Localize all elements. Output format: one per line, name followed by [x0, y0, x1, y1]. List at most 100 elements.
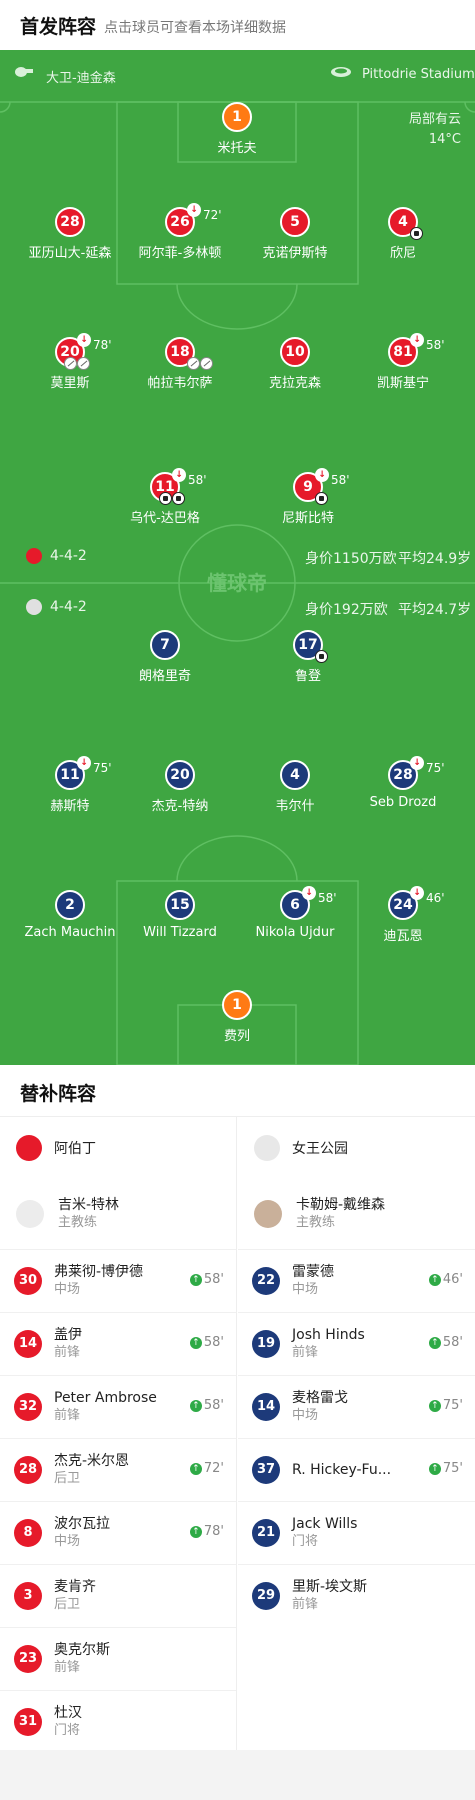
assist-icon [187, 357, 200, 370]
player-away-4[interactable]: 4 韦尔什 [235, 760, 355, 814]
sub-row[interactable]: 14 麦格雷戈 中场 ↑ 75' [238, 1375, 475, 1438]
player-away-17[interactable]: 17 鲁登 [248, 630, 368, 684]
player-number: 17 [298, 637, 318, 653]
player-home-20[interactable]: 20 ↓ 78' 莫里斯 [10, 333, 130, 391]
player-away-2[interactable]: 2 Zach Mauchin [10, 890, 130, 940]
sub-number: 19 [252, 1330, 280, 1358]
player-away-24[interactable]: 24 ↓ 46' 迪瓦恩 [343, 886, 463, 944]
player-away-20[interactable]: 20 杰克-特纳 [120, 760, 240, 814]
home-team-row[interactable]: 阿伯丁 [0, 1117, 236, 1179]
away-team-row[interactable]: 女王公园 [238, 1117, 475, 1179]
home-avg-age: 平均24.9岁 [398, 551, 472, 567]
sub-position: 中场 [292, 1408, 319, 1423]
header: 首发阵容 点击球员可查看本场详细数据 [0, 0, 475, 50]
sub-number: 8 [14, 1519, 42, 1547]
sub-out-icon: ↓ [410, 886, 424, 900]
queens-park-logo-icon [26, 599, 42, 615]
sub-row[interactable]: 19 Josh Hinds 前锋 ↑ 58' [238, 1312, 475, 1375]
player-name: 韦尔什 [275, 799, 315, 814]
sub-row[interactable]: 31 杜汉 门将 [0, 1690, 236, 1753]
sub-position: 前锋 [54, 1408, 81, 1423]
sub-in-time: 75' [442, 1398, 463, 1413]
away-summary: 4-4-2 身价192万欧 平均24.7岁 [0, 595, 475, 621]
sub-name: 弗莱彻-博伊德 [54, 1264, 144, 1280]
away-coach-row[interactable]: 卡勒姆-戴维森 主教练 [238, 1179, 475, 1249]
sub-in-time: 58' [203, 1335, 224, 1350]
sub-in-icon: ↑ [189, 1273, 202, 1286]
sub-number: 31 [14, 1708, 42, 1736]
sub-row[interactable]: 22 雷蒙德 中场 ↑ 46' [238, 1249, 475, 1312]
player-name: 莫里斯 [50, 376, 90, 391]
sub-row[interactable]: 37 R. Hickey-Fu... ↑ 75' [238, 1438, 475, 1501]
sub-row[interactable]: 30 弗莱彻-博伊德 中场 ↑ 58' [0, 1249, 236, 1312]
sub-time: 78' [93, 338, 112, 352]
sub-out-icon: ↓ [77, 333, 91, 347]
sub-row[interactable]: 21 Jack Wills 门将 [238, 1501, 475, 1564]
sub-position: 中场 [54, 1282, 81, 1297]
sub-position: 后卫 [54, 1597, 81, 1612]
player-home-10[interactable]: 10 克拉克森 [235, 337, 355, 391]
sub-in-time: 72' [203, 1461, 224, 1476]
player-name: 阿尔菲-多林顿 [138, 246, 222, 261]
sub-position: 中场 [292, 1282, 319, 1297]
aberdeen-logo-icon [26, 548, 42, 564]
player-away-1[interactable]: 1 费列 [177, 990, 297, 1044]
player-home-9[interactable]: 9 ↓ 58' 尼斯比特 [248, 468, 368, 526]
player-away-11[interactable]: 11 ↓ 75' 赫斯特 [10, 756, 130, 814]
sub-number: 32 [14, 1393, 42, 1421]
sub-row[interactable]: 23 奥克尔斯 前锋 [0, 1627, 236, 1690]
player-number: 20 [165, 760, 195, 790]
sub-time: 75' [93, 761, 112, 775]
player-home-11[interactable]: 11 ↓ 58' 乌代-达巴格 [105, 468, 225, 526]
player-away-6[interactable]: 6 ↓ 58' Nikola Ujdur [235, 886, 355, 940]
assist-icon [77, 357, 90, 370]
player-away-28[interactable]: 28 ↓ 75' Seb Drozd [343, 756, 463, 810]
sub-name: 奥克尔斯 [54, 1642, 110, 1658]
aberdeen-logo-icon [16, 1135, 42, 1161]
player-home-1[interactable]: 1 米托夫 [177, 102, 297, 156]
away-avg-age: 平均24.7岁 [398, 602, 472, 618]
away-formation: 4-4-2 [50, 599, 87, 615]
player-home-26[interactable]: 26 ↓ 72' 阿尔菲-多林顿 [120, 203, 240, 261]
player-away-7[interactable]: 7 朗格里奇 [105, 630, 225, 684]
pitch: 懂球帝 大卫-迪金森 Pittodrie Stadium 局部有云 14°C 4… [0, 50, 475, 1065]
sub-time: 72' [203, 208, 222, 222]
sub-in-time: 75' [442, 1461, 463, 1476]
coach-name: 卡勒姆-戴维森 [296, 1197, 386, 1213]
player-number: 24 [393, 897, 413, 913]
away-team-name: 女王公园 [292, 1141, 348, 1157]
stadium-icon [330, 64, 352, 82]
temperature: 14°C [428, 132, 461, 147]
sub-number: 37 [252, 1456, 280, 1484]
player-home-4[interactable]: 4 欣尼 [343, 207, 463, 261]
watermark: 懂球帝 [207, 571, 267, 595]
sub-row[interactable]: 14 盖伊 前锋 ↑ 58' [0, 1312, 236, 1375]
sub-row[interactable]: 8 波尔瓦拉 中场 ↑ 78' [0, 1501, 236, 1564]
sub-position: 前锋 [54, 1660, 81, 1675]
home-coach-row[interactable]: 吉米-特林 主教练 [0, 1179, 236, 1249]
sub-row[interactable]: 29 里斯-埃文斯 前锋 [238, 1564, 475, 1627]
player-home-5[interactable]: 5 克诺伊斯特 [235, 207, 355, 261]
sub-row[interactable]: 32 Peter Ambrose 前锋 ↑ 58' [0, 1375, 236, 1438]
player-name: Zach Mauchin [24, 925, 116, 940]
sub-in-icon: ↑ [189, 1336, 202, 1349]
sub-number: 21 [252, 1519, 280, 1547]
player-home-18[interactable]: 18 帕拉韦尔萨 [120, 337, 240, 391]
player-name: 克拉克森 [268, 376, 321, 391]
sub-number: 30 [14, 1267, 42, 1295]
player-name: 欣尼 [389, 246, 416, 261]
player-home-81[interactable]: 81 ↓ 58' 凯斯基宁 [343, 333, 463, 391]
sub-row[interactable]: 3 麦肯齐 后卫 [0, 1564, 236, 1627]
player-home-28[interactable]: 28 亚历山大-延森 [10, 207, 130, 261]
player-away-15[interactable]: 15 Will Tizzard [120, 890, 240, 940]
sub-in-time: 46' [442, 1272, 463, 1287]
sub-number: 3 [14, 1582, 42, 1610]
sub-name: R. Hickey-Fu... [292, 1462, 392, 1478]
sub-row[interactable]: 28 杰克-米尔恩 后卫 ↑ 72' [0, 1438, 236, 1501]
sub-number: 22 [252, 1267, 280, 1295]
player-name: 赫斯特 [50, 799, 90, 814]
sub-out-icon: ↓ [410, 333, 424, 347]
sub-in-icon: ↑ [428, 1336, 441, 1349]
player-name: 乌代-达巴格 [130, 511, 200, 526]
player-name: 米托夫 [217, 141, 257, 156]
